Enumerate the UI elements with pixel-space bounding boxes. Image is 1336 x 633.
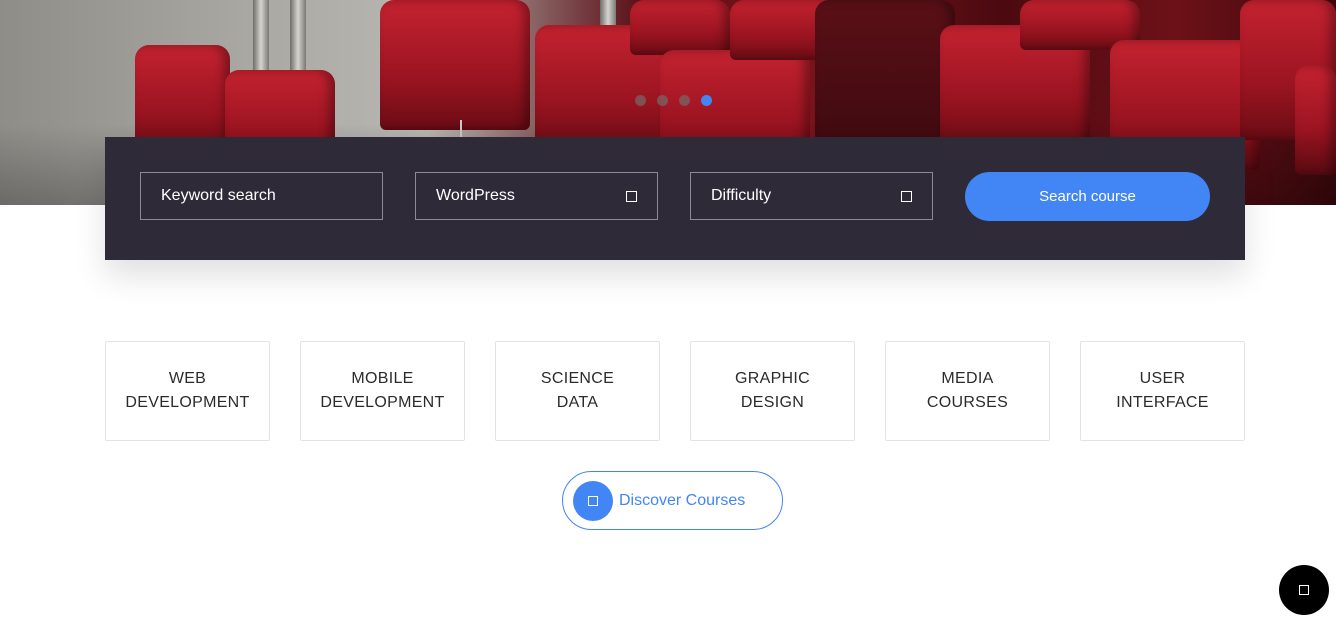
search-course-button[interactable]: Search course: [965, 172, 1210, 221]
category-card-science-data[interactable]: SCIENCE DATA: [495, 341, 660, 441]
category-card-user-interface[interactable]: USER INTERFACE: [1080, 341, 1245, 441]
difficulty-select-value: Difficulty: [711, 187, 772, 204]
slider-dot-active[interactable]: [701, 95, 712, 106]
category-label-line: USER: [1139, 370, 1186, 387]
category-label-line: INTERFACE: [1116, 394, 1209, 411]
slider-dot[interactable]: [635, 95, 646, 106]
category-label-line: COURSES: [926, 394, 1009, 411]
course-search-panel: WordPress Difficulty Search course: [105, 137, 1245, 260]
category-card-graphic-design[interactable]: GRAPHIC DESIGN: [690, 341, 855, 441]
slider-dot[interactable]: [657, 95, 668, 106]
category-card-web-development[interactable]: WEB DEVELOPMENT: [105, 341, 270, 441]
chevron-down-icon: [626, 191, 637, 202]
keyword-search-field[interactable]: [140, 172, 383, 220]
category-label-line: DEVELOPMENT: [320, 394, 445, 411]
category-label-line: MOBILE: [351, 370, 414, 387]
category-select-value: WordPress: [436, 187, 515, 204]
slider-dots: [635, 95, 712, 106]
category-card-media-courses[interactable]: MEDIA COURSES: [885, 341, 1050, 441]
keyword-search-input[interactable]: [161, 187, 362, 205]
discover-courses-button[interactable]: Discover Courses: [562, 471, 783, 530]
discover-courses-label: Discover Courses: [619, 491, 746, 509]
hero-chair: [380, 0, 530, 130]
slider-dot[interactable]: [679, 95, 690, 106]
chevron-down-icon: [901, 191, 912, 202]
hero-chair: [630, 0, 730, 55]
category-label-line: WEB: [168, 370, 207, 387]
discover-icon-circle: [573, 480, 613, 521]
category-label-line: MEDIA: [941, 370, 994, 387]
category-select[interactable]: WordPress: [415, 172, 658, 220]
category-list: WEB DEVELOPMENT MOBILE DEVELOPMENT SCIENCE…: [105, 341, 1245, 441]
category-label-line: DATA: [556, 394, 599, 411]
category-label-line: SCIENCE: [540, 370, 615, 387]
category-label-line: GRAPHIC: [735, 370, 810, 387]
category-card-mobile-development[interactable]: MOBILE DEVELOPMENT: [300, 341, 465, 441]
chat-button[interactable]: [1279, 565, 1329, 615]
difficulty-select[interactable]: Difficulty: [690, 172, 933, 220]
arrow-icon: [588, 495, 598, 506]
chat-icon: [1299, 585, 1309, 595]
category-label-line: DESIGN: [740, 394, 805, 411]
category-label-line: DEVELOPMENT: [125, 394, 250, 411]
